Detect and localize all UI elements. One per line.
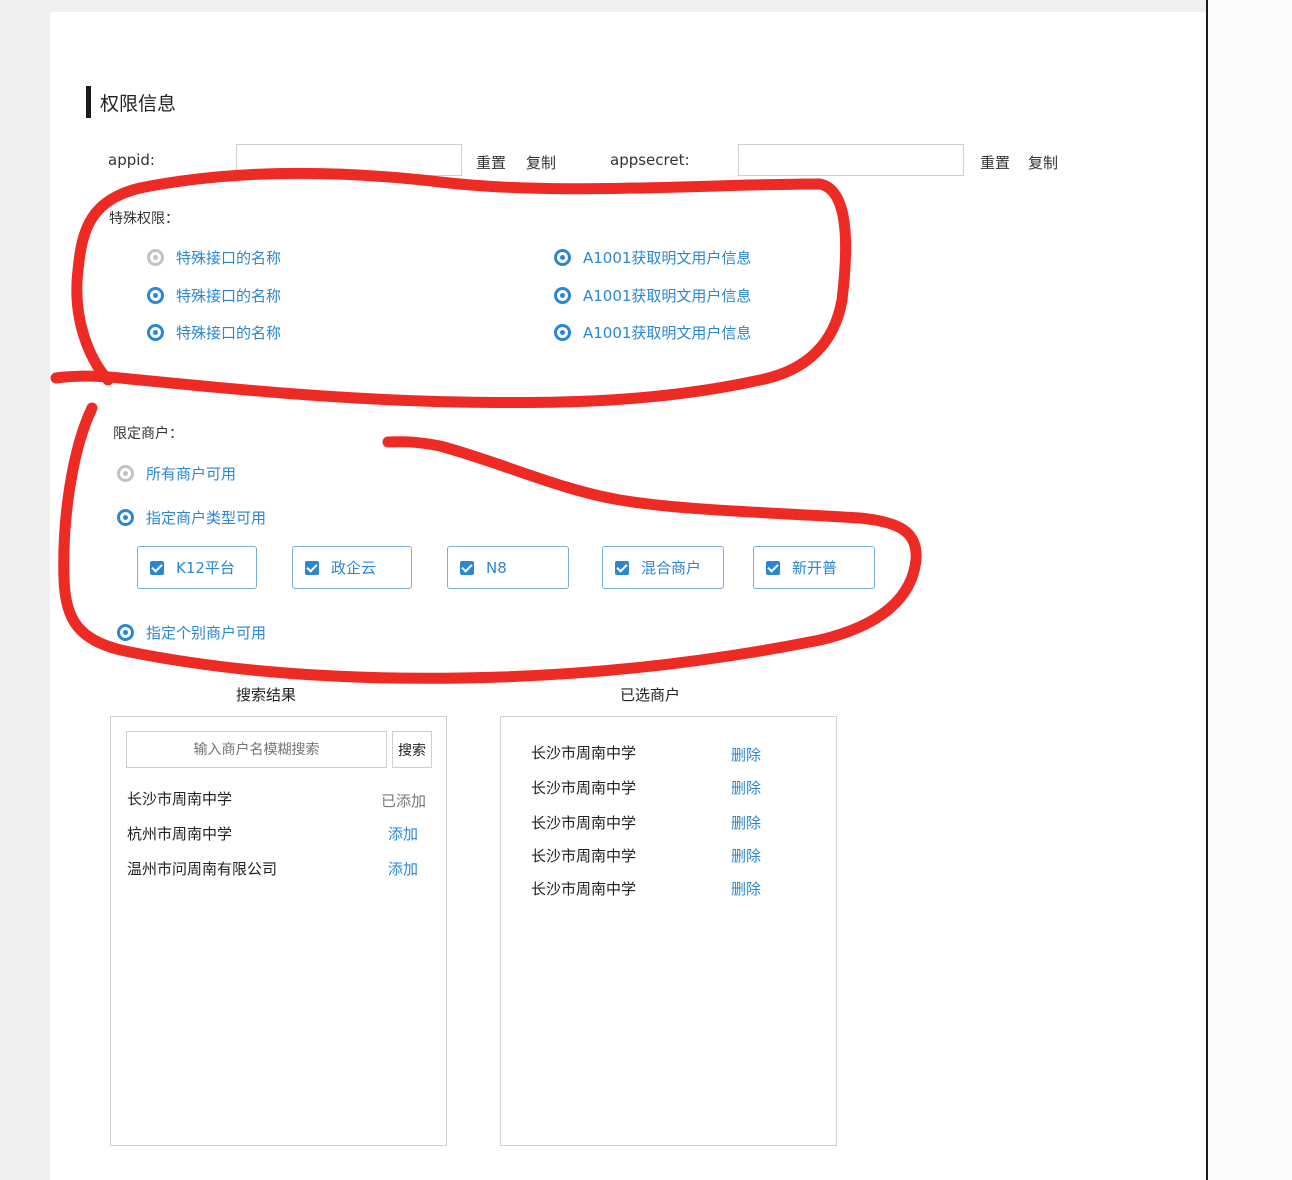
special-permission-right-2[interactable]: A1001获取明文用户信息 (554, 285, 751, 306)
merchant-type-label: 混合商户 (641, 559, 702, 577)
radio-icon (117, 509, 134, 526)
merchant-type-label: 新开普 (792, 559, 838, 577)
special-permission-label: A1001获取明文用户信息 (583, 249, 752, 267)
search-result-add-button[interactable]: 添加 (388, 823, 418, 844)
search-result-name: 长沙市周南中学 (127, 790, 233, 808)
merchant-search-input[interactable] (126, 731, 387, 768)
search-results-title: 搜索结果 (236, 686, 297, 704)
radio-icon (117, 465, 134, 482)
search-result-name: 杭州市周南中学 (127, 825, 233, 843)
special-permission-label: 特殊接口的名称 (176, 287, 282, 305)
appid-copy-button[interactable]: 复制 (526, 152, 556, 173)
merchant-option-label: 所有商户可用 (146, 465, 237, 483)
special-permission-label: 特殊接口的名称 (176, 249, 282, 267)
radio-icon (147, 324, 164, 341)
selected-merchant-name: 长沙市周南中学 (531, 814, 637, 832)
appid-label: appid: (108, 151, 155, 169)
special-permission-label: A1001获取明文用户信息 (583, 287, 752, 305)
delete-merchant-button[interactable]: 删除 (731, 744, 761, 765)
right-side-strip (1206, 0, 1292, 1180)
radio-icon (554, 324, 571, 341)
search-result-add-button[interactable]: 添加 (388, 858, 418, 879)
merchant-type-label: 政企云 (331, 559, 377, 577)
merchant-type-label: K12平台 (176, 559, 235, 577)
appid-reset-button[interactable]: 重置 (476, 152, 506, 173)
merchant-limit-label: 限定商户： (113, 426, 183, 442)
special-permission-left-1[interactable]: 特殊接口的名称 (147, 247, 281, 268)
special-permission-label: A1001获取明文用户信息 (583, 324, 752, 342)
appsecret-copy-button[interactable]: 复制 (1028, 152, 1058, 173)
delete-merchant-button[interactable]: 删除 (731, 845, 761, 866)
radio-icon (147, 287, 164, 304)
selected-merchant-name: 长沙市周南中学 (531, 880, 637, 898)
merchant-type-label: N8 (486, 558, 507, 577)
search-button[interactable]: 搜索 (392, 731, 432, 768)
search-results-panel: 搜索 长沙市周南中学 已添加 杭州市周南中学 添加 温州市问周南有限公司 添加 (110, 716, 447, 1146)
merchant-type-k12[interactable]: K12平台 (137, 546, 257, 589)
merchant-type-gov[interactable]: 政企云 (292, 546, 412, 589)
appsecret-reset-button[interactable]: 重置 (980, 152, 1010, 173)
radio-icon (554, 287, 571, 304)
delete-merchant-button[interactable]: 删除 (731, 878, 761, 899)
selected-merchants-panel: 长沙市周南中学 删除 长沙市周南中学 删除 长沙市周南中学 删除 长沙市周南中学… (500, 716, 837, 1146)
checkbox-checked-icon (460, 560, 474, 575)
appsecret-input[interactable] (738, 144, 964, 176)
radio-icon (117, 624, 134, 641)
appsecret-label: appsecret: (610, 151, 690, 169)
special-permission-right-1[interactable]: A1001获取明文用户信息 (554, 247, 751, 268)
merchant-type-xinkaipu[interactable]: 新开普 (753, 546, 875, 589)
merchant-option-label: 指定商户类型可用 (146, 509, 267, 527)
selected-merchant-name: 长沙市周南中学 (531, 744, 637, 762)
delete-merchant-button[interactable]: 删除 (731, 812, 761, 833)
special-permission-left-3[interactable]: 特殊接口的名称 (147, 322, 281, 343)
special-permission-label: 特殊接口的名称 (176, 324, 282, 342)
appid-input[interactable] (236, 144, 462, 176)
special-permission-right-3[interactable]: A1001获取明文用户信息 (554, 322, 751, 343)
checkbox-checked-icon (615, 560, 629, 575)
selected-merchant-name: 长沙市周南中学 (531, 847, 637, 865)
checkbox-checked-icon (150, 560, 164, 575)
selected-merchants-title: 已选商户 (620, 686, 681, 704)
merchant-option-type[interactable]: 指定商户类型可用 (117, 507, 266, 528)
special-permission-left-2[interactable]: 特殊接口的名称 (147, 285, 281, 306)
radio-icon (554, 249, 571, 266)
checkbox-checked-icon (305, 560, 319, 575)
merchant-option-all[interactable]: 所有商户可用 (117, 463, 236, 484)
selected-merchant-name: 长沙市周南中学 (531, 779, 637, 797)
search-result-added-status: 已添加 (381, 792, 427, 810)
radio-icon (147, 249, 164, 266)
checkbox-checked-icon (766, 560, 780, 575)
merchant-type-n8[interactable]: N8 (447, 546, 569, 589)
merchant-option-label: 指定个别商户可用 (146, 624, 267, 642)
search-result-name: 温州市问周南有限公司 (127, 860, 278, 878)
section-title: 权限信息 (100, 93, 177, 115)
delete-merchant-button[interactable]: 删除 (731, 777, 761, 798)
special-permissions-label: 特殊权限： (109, 211, 179, 227)
merchant-option-individual[interactable]: 指定个别商户可用 (117, 622, 266, 643)
section-accent-bar (86, 86, 91, 118)
merchant-type-mixed[interactable]: 混合商户 (602, 546, 724, 589)
